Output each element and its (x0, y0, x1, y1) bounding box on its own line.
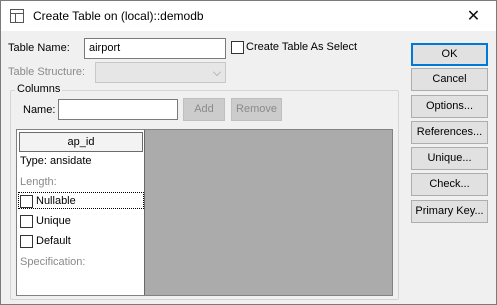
cancel-button[interactable]: Cancel (411, 68, 488, 91)
chevron-down-icon (213, 68, 221, 76)
table-icon (10, 9, 24, 23)
create-as-select-checkbox[interactable] (231, 41, 244, 54)
close-icon[interactable]: ✕ (451, 1, 496, 31)
table-structure-label: Table Structure: (8, 66, 86, 78)
columns-grid: ap_id Type: ansidate Length: Nullable Un… (16, 129, 393, 296)
specification-label: Specification: (20, 256, 86, 268)
column-name-label: Name: (23, 104, 56, 116)
column-length-label: Length: (20, 176, 57, 188)
column-header[interactable]: ap_id (19, 132, 143, 152)
create-as-select-label: Create Table As Select (246, 41, 358, 53)
check-button[interactable]: Check... (411, 173, 488, 196)
window-title: Create Table on (local)::demodb (33, 9, 204, 23)
options-button[interactable]: Options... (411, 95, 488, 118)
unique-label: Unique (36, 215, 71, 227)
title-bar[interactable]: Create Table on (local)::demodb ✕ (1, 1, 496, 31)
grid-empty-area (145, 130, 392, 295)
ok-button[interactable]: OK (411, 43, 488, 66)
unique-button[interactable]: Unique... (411, 147, 488, 170)
default-checkbox[interactable] (20, 235, 33, 248)
column-type: Type: ansidate (20, 155, 92, 167)
column-card[interactable]: ap_id Type: ansidate Length: Nullable Un… (17, 130, 145, 295)
nullable-checkbox[interactable] (20, 195, 33, 208)
default-label: Default (36, 235, 71, 247)
table-structure-select (95, 62, 226, 83)
unique-checkbox[interactable] (20, 215, 33, 228)
columns-group-label: Columns (15, 83, 63, 95)
table-name-label: Table Name: (8, 42, 70, 54)
add-button[interactable]: Add (183, 98, 225, 121)
primary-key-button[interactable]: Primary Key... (411, 200, 488, 223)
nullable-label: Nullable (36, 195, 76, 207)
create-table-dialog: Create Table on (local)::demodb ✕ Table … (0, 0, 497, 305)
references-button[interactable]: References... (411, 121, 488, 144)
remove-button[interactable]: Remove (231, 98, 282, 121)
column-name-input[interactable] (58, 99, 178, 120)
table-name-input[interactable]: airport (84, 38, 226, 59)
